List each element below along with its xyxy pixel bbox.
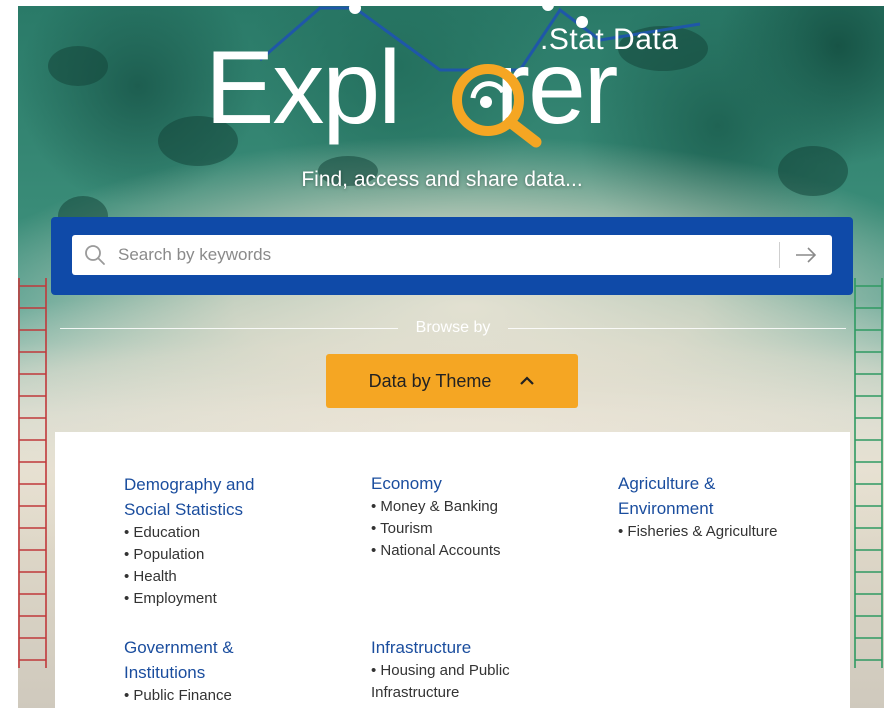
theme-item[interactable]: • Employment bbox=[124, 588, 354, 610]
search-band bbox=[51, 217, 853, 295]
search-icon bbox=[85, 245, 105, 265]
theme-item[interactable]: • Education bbox=[124, 522, 354, 544]
theme-item[interactable]: • Housing and Public bbox=[371, 660, 601, 682]
search-submit-button[interactable] bbox=[780, 235, 832, 275]
theme-title[interactable]: Institutions bbox=[124, 660, 354, 685]
data-by-theme-toggle[interactable]: Data by Theme bbox=[326, 354, 578, 408]
theme-toggle-label: Data by Theme bbox=[368, 370, 492, 391]
theme-economy: Economy • Money & Banking • Tourism • Na… bbox=[371, 471, 601, 562]
browse-by-divider: Browse by bbox=[60, 318, 846, 338]
theme-title[interactable]: Government & bbox=[124, 635, 354, 660]
browse-by-label: Browse by bbox=[415, 319, 491, 336]
magnifier-logo-icon bbox=[452, 64, 542, 148]
theme-item[interactable]: • Tourism bbox=[371, 518, 601, 540]
theme-demography: Demography and Social Statistics • Educa… bbox=[124, 472, 354, 610]
decorative-grid-right bbox=[854, 278, 883, 668]
theme-title[interactable]: Demography and bbox=[124, 472, 354, 497]
theme-infrastructure: Infrastructure • Housing and Public Infr… bbox=[371, 635, 601, 704]
theme-agriculture: Agriculture & Environment • Fisheries & … bbox=[618, 471, 848, 543]
theme-item[interactable]: • National Accounts bbox=[371, 540, 601, 562]
theme-item[interactable]: • Fisheries & Agriculture bbox=[618, 521, 848, 543]
theme-title[interactable]: Economy bbox=[371, 471, 601, 496]
theme-government: Government & Institutions • Public Finan… bbox=[124, 635, 354, 707]
tagline: Find, access and share data... bbox=[301, 168, 583, 191]
theme-title[interactable]: Social Statistics bbox=[124, 497, 354, 522]
theme-title[interactable]: Infrastructure bbox=[371, 635, 601, 660]
theme-item[interactable]: • Money & Banking bbox=[371, 496, 601, 518]
theme-item[interactable]: • Health bbox=[124, 566, 354, 588]
chevron-up-icon bbox=[520, 376, 535, 385]
arrow-right-icon bbox=[796, 247, 817, 263]
theme-item[interactable]: • Public Finance bbox=[124, 685, 354, 707]
themes-panel: Demography and Social Statistics • Educa… bbox=[55, 432, 850, 708]
decorative-grid-left bbox=[18, 278, 47, 668]
theme-item[interactable]: Infrastructure bbox=[371, 682, 601, 704]
theme-title[interactable]: Agriculture & bbox=[618, 471, 848, 496]
search-input[interactable] bbox=[118, 236, 779, 274]
theme-item[interactable]: • Population bbox=[124, 544, 354, 566]
logo-word-left: Expl bbox=[205, 30, 401, 146]
search-box bbox=[72, 235, 832, 275]
theme-title[interactable]: Environment bbox=[618, 496, 848, 521]
